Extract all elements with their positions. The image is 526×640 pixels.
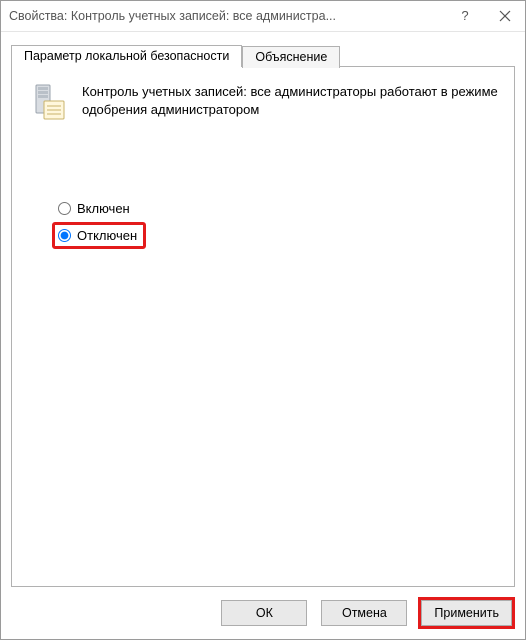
properties-dialog: Свойства: Контроль учетных записей: все …: [0, 0, 526, 640]
radio-enabled-label: Включен: [77, 201, 130, 216]
apply-button[interactable]: Применить: [421, 600, 512, 626]
tab-explanation[interactable]: Объяснение: [242, 46, 340, 68]
help-button[interactable]: ?: [445, 1, 485, 31]
ok-button-wrap: ОК: [218, 597, 310, 629]
close-icon: [499, 10, 511, 22]
radio-disabled[interactable]: [58, 229, 71, 242]
close-button[interactable]: [485, 1, 525, 31]
help-icon: ?: [458, 9, 472, 23]
policy-header: Контроль учетных записей: все администра…: [28, 81, 498, 123]
tab-local-security-setting[interactable]: Параметр локальной безопасности: [11, 45, 242, 67]
cancel-button[interactable]: Отмена: [321, 600, 407, 626]
tabstrip: Параметр локальной безопасности Объяснен…: [11, 43, 515, 67]
policy-description: Контроль учетных записей: все администра…: [82, 81, 498, 118]
radio-group: Включен Отключен: [52, 195, 498, 249]
window-title: Свойства: Контроль учетных записей: все …: [9, 9, 445, 23]
svg-text:?: ?: [461, 9, 468, 23]
radio-disabled-label: Отключен: [77, 228, 137, 243]
content-area: Параметр локальной безопасности Объяснен…: [11, 43, 515, 587]
apply-button-wrap: Применить: [418, 597, 515, 629]
radio-enabled[interactable]: [58, 202, 71, 215]
ok-button[interactable]: ОК: [221, 600, 307, 626]
tab-panel: Контроль учетных записей: все администра…: [11, 66, 515, 587]
button-bar: ОК Отмена Применить: [11, 597, 515, 629]
titlebar: Свойства: Контроль учетных записей: все …: [1, 1, 525, 32]
policy-icon: [28, 81, 70, 123]
cancel-button-wrap: Отмена: [318, 597, 410, 629]
radio-enabled-row[interactable]: Включен: [52, 195, 139, 222]
radio-disabled-row[interactable]: Отключен: [52, 222, 146, 249]
